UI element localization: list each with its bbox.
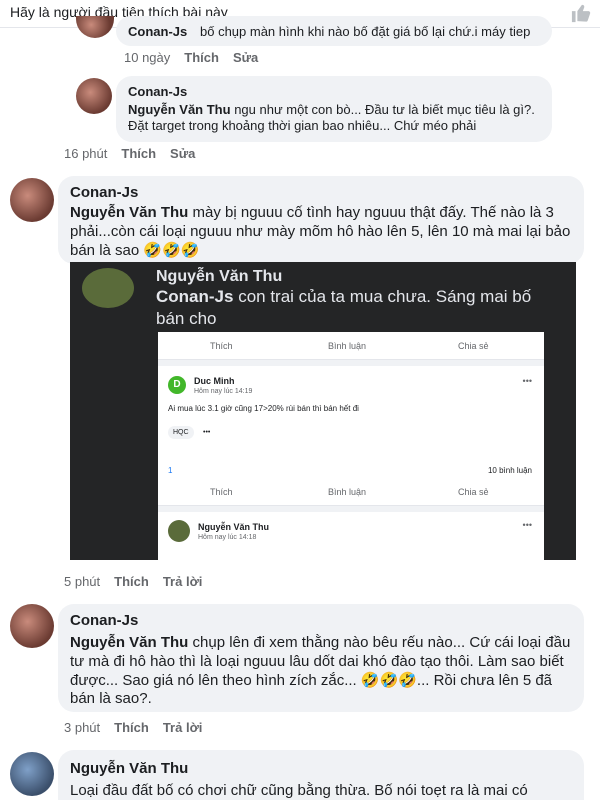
post-avatar — [168, 520, 190, 542]
post-text: Ai mua lúc 3.1 giờ cũng 17>20% rùi bán t… — [168, 404, 359, 413]
avatar[interactable] — [10, 752, 54, 796]
post-author: Duc Minh — [194, 376, 235, 386]
like-action[interactable]: Thích — [114, 574, 149, 589]
like-action[interactable]: Thích — [184, 50, 219, 65]
comment-bubble: Conan-Js Nguyễn Văn Thu mày bị nguuu cố … — [58, 176, 584, 264]
avatar[interactable] — [10, 604, 54, 648]
post-time: Hôm nay lúc 14:18 — [198, 534, 257, 541]
comment-text: Loại đầu đất bố có chơi chữ cũng bằng th… — [70, 782, 528, 799]
like-action[interactable]: Thích — [121, 146, 156, 161]
comment-time[interactable]: 16 phút — [64, 146, 107, 161]
more-icon: ••• — [522, 376, 532, 386]
comment-bubble: Conan-Js bố chụp màn hình khi nào bố đặt… — [116, 16, 552, 46]
avatar[interactable] — [76, 78, 112, 114]
reply-action[interactable]: Trả lời — [163, 574, 203, 589]
post-author: Nguyễn Văn Thu — [198, 522, 270, 532]
embedded-post-card: Thích Bình luận Chia sẻ D Duc Minh Hôm n… — [158, 332, 544, 560]
action-bar: Thích Bình luận Chia sẻ — [158, 478, 544, 506]
comment-image[interactable]: Nguyễn Văn Thu Conan-Js con trai của ta … — [70, 262, 576, 560]
more-icon: ••• — [203, 429, 211, 436]
comment-mention[interactable]: Nguyễn Văn Thu — [128, 102, 231, 117]
comment-text: bố chụp màn hình khi nào bố đặt giá bố l… — [200, 24, 531, 39]
image-mention: Conan-Js — [156, 287, 234, 306]
post-tag: HQC — [168, 426, 194, 439]
embedded-post: Nguyễn Văn Thu Hôm nay lúc 14:18 ••• — [158, 506, 544, 560]
comment-meta: 10 ngày Thích Sửa — [124, 50, 272, 65]
like-action[interactable]: Thích — [114, 720, 149, 735]
embedded-post: D Duc Minh Hôm nay lúc 14:19 ••• Ai mua … — [158, 360, 544, 480]
bar-like: Thích — [210, 487, 233, 497]
more-icon: ••• — [522, 520, 532, 530]
action-bar: Thích Bình luận Chia sẻ — [158, 332, 544, 360]
comment-bubble: Conan-Js Nguyễn Văn Thu ngu như một con … — [116, 76, 552, 142]
comment-meta: 5 phút Thích Trả lời — [64, 574, 216, 589]
avatar[interactable] — [10, 178, 54, 222]
post-time: Hôm nay lúc 14:19 — [194, 388, 253, 395]
comment-meta: 3 phút Thích Trả lời — [64, 720, 216, 735]
like-icon[interactable] — [570, 3, 592, 23]
avatar — [82, 268, 134, 308]
comment-mention[interactable]: Nguyễn Văn Thu — [70, 634, 188, 651]
comment-bubble: Nguyễn Văn Thu Loại đầu đất bố có chơi c… — [58, 750, 584, 800]
comment-meta: 16 phút Thích Sửa — [64, 146, 209, 161]
comment-time[interactable]: 10 ngày — [124, 50, 170, 65]
image-comment: Conan-Js con trai của ta mua chưa. Sáng … — [156, 286, 556, 330]
post-comment-count: 10 bình luận — [487, 466, 532, 475]
image-name: Nguyễn Văn Thu — [156, 268, 283, 285]
comment-time[interactable]: 5 phút — [64, 574, 100, 589]
comment-author[interactable]: Conan-Js — [70, 612, 138, 629]
bar-share: Chia sẻ — [458, 341, 489, 351]
comment-body: Nguyễn Văn Thu mày bị nguuu cố tình hay … — [70, 204, 576, 260]
comment-bubble: Conan-Js Nguyễn Văn Thu chụp lên đi xem … — [58, 604, 584, 712]
bar-like: Thích — [210, 341, 233, 351]
comment-author[interactable]: Nguyễn Văn Thu — [70, 760, 188, 777]
comment-author[interactable]: Conan-Js — [70, 184, 138, 201]
bar-comment: Bình luận — [328, 341, 367, 351]
comment-author[interactable]: Conan-Js — [128, 24, 187, 39]
comment-body: Nguyễn Văn Thu ngu như một con bò... Đầu… — [128, 102, 548, 135]
edit-action[interactable]: Sửa — [170, 146, 195, 161]
post-likes: 1 — [168, 466, 173, 475]
comment-mention[interactable]: Nguyễn Văn Thu — [70, 204, 188, 221]
post-avatar: D — [168, 376, 186, 394]
avatar[interactable] — [76, 16, 114, 38]
reply-action[interactable]: Trả lời — [163, 720, 203, 735]
bar-share: Chia sẻ — [458, 487, 489, 497]
comment-author[interactable]: Conan-Js — [128, 84, 187, 99]
comment-body: Nguyễn Văn Thu chụp lên đi xem thằng nào… — [70, 634, 576, 709]
bar-comment: Bình luận — [328, 487, 367, 497]
comment-time[interactable]: 3 phút — [64, 720, 100, 735]
edit-action[interactable]: Sửa — [233, 50, 258, 65]
